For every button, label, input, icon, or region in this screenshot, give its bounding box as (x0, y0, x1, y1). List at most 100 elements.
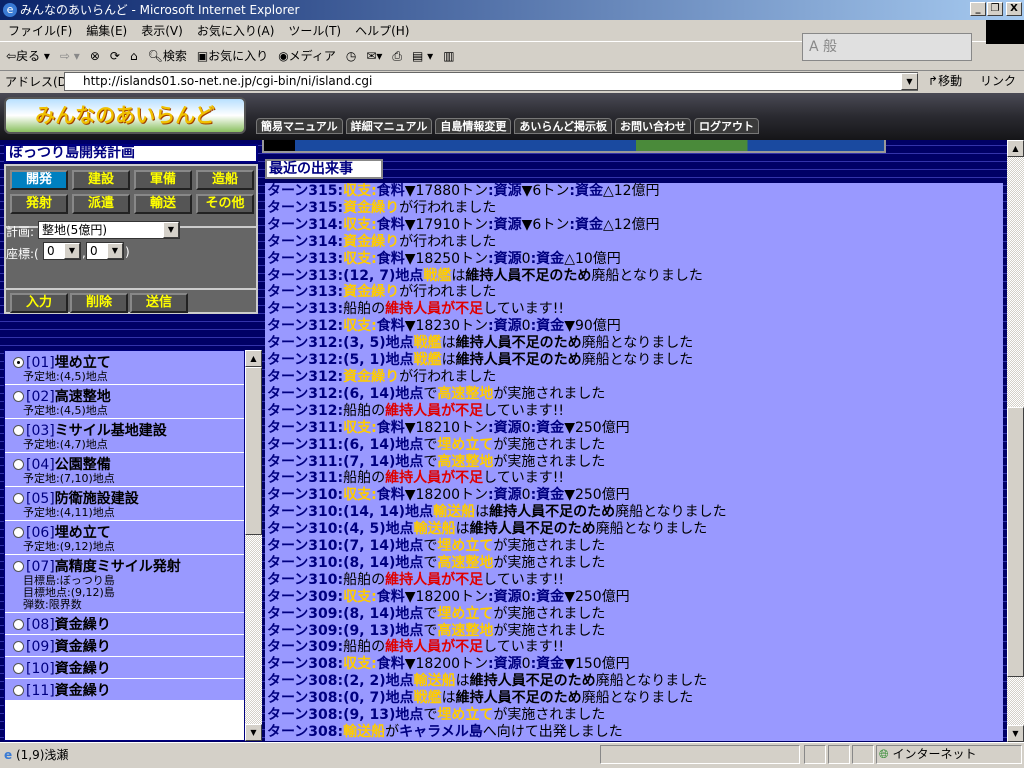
plan-select[interactable]: 整地(5億円) ▼ (38, 221, 180, 239)
event-emphasis: 維持人員不足のため (455, 335, 582, 352)
minimize-button[interactable]: _ (970, 2, 986, 16)
nav-bbs[interactable]: あいらんど掲示板 (514, 118, 613, 134)
event-text: 船舶の (343, 571, 386, 588)
category-button[interactable]: 開発 (10, 170, 68, 190)
edit-icon[interactable]: ▤ ▾ (412, 43, 433, 69)
coord-y-select[interactable]: 0 ▼ (86, 242, 124, 260)
nav-detailed-manual[interactable]: 詳細マニュアル (345, 118, 433, 134)
category-button[interactable]: 軍備 (134, 170, 192, 190)
nav-island-settings[interactable]: 自島情報変更 (435, 118, 512, 134)
event-text: ▼18230トン (404, 318, 489, 335)
plan-item[interactable]: [01]埋め立て 予定地:(4,5)地点 (5, 351, 244, 385)
scroll-down-button[interactable]: ▼ (245, 724, 262, 741)
plan-item-number: [04] (26, 457, 55, 473)
radio-button[interactable] (13, 561, 24, 572)
print-icon[interactable]: ⎙ (392, 43, 402, 69)
radio-button[interactable] (13, 641, 24, 652)
scroll-thumb[interactable] (1007, 407, 1024, 677)
event-keyword: 収支: (343, 588, 377, 605)
scroll-up-button[interactable]: ▲ (1007, 140, 1024, 157)
ime-toolbar[interactable]: A 般 (802, 33, 972, 61)
delete-button[interactable]: 削除 (70, 293, 128, 313)
restore-button[interactable]: ❐ (987, 2, 1003, 16)
media-icon: ◉ (278, 49, 289, 63)
plan-item[interactable]: [10]資金繰り (5, 657, 244, 679)
radio-button[interactable] (13, 527, 24, 538)
nav-simple-manual[interactable]: 簡易マニュアル (256, 118, 343, 134)
forward-button[interactable]: ⇨ ▾ (60, 43, 80, 69)
plan-item[interactable]: [11]資金繰り (5, 679, 244, 701)
submit-button[interactable]: 送信 (130, 293, 188, 313)
event-emphasis: 維持人員不足のため (469, 521, 596, 538)
menu-tools[interactable]: ツール(T) (288, 20, 341, 41)
plan-item[interactable]: [04]公園整備 予定地:(7,10)地点 (5, 453, 244, 487)
event-field: :資金 (530, 487, 565, 504)
radio-button[interactable] (13, 425, 24, 436)
refresh-icon[interactable]: ⟳ (110, 43, 120, 69)
event-text: 船舶の (343, 301, 386, 318)
favorites-button[interactable]: ▣お気に入り (197, 43, 268, 69)
site-logo[interactable]: みんなのあいらんど (4, 97, 246, 134)
category-button[interactable]: 派遣 (72, 194, 130, 214)
plan-item[interactable]: [06]埋め立て 予定地:(9,12)地点 (5, 521, 244, 555)
radio-button[interactable] (13, 357, 24, 368)
back-button[interactable]: ⇦戻る ▾ (6, 43, 50, 69)
input-button[interactable]: 入力 (10, 293, 68, 313)
plan-item[interactable]: [08]資金繰り (5, 613, 244, 635)
island-map[interactable] (262, 140, 886, 153)
scroll-thumb[interactable] (245, 367, 262, 535)
radio-button[interactable] (13, 663, 24, 674)
plan-item[interactable]: [05]防衛施設建設 予定地:(4,11)地点 (5, 487, 244, 521)
event-keyword: 高速整地 (437, 622, 494, 639)
plan-list-scrollbar[interactable]: ▲ ▼ (245, 350, 262, 741)
menu-view[interactable]: 表示(V) (141, 20, 183, 41)
plan-item[interactable]: [03]ミサイル基地建設 予定地:(4,7)地点 (5, 419, 244, 453)
menu-edit[interactable]: 編集(E) (86, 20, 127, 41)
event-text: が行われました (399, 368, 497, 385)
plan-item[interactable]: [02]高速整地 予定地:(4,5)地点 (5, 385, 244, 419)
category-button[interactable]: 造船 (196, 170, 254, 190)
page-scrollbar[interactable]: ▲ ▼ (1007, 140, 1024, 742)
category-button[interactable]: 建設 (72, 170, 130, 190)
radio-button[interactable] (13, 619, 24, 630)
plan-item-detail: 予定地:(7,10)地点 (23, 472, 115, 485)
event-text: ▼18200トン (404, 588, 489, 605)
menu-file[interactable]: ファイル(F) (8, 20, 72, 41)
plan-item-head: [04]公園整備 (13, 457, 244, 473)
close-button[interactable]: X (1006, 2, 1022, 16)
menu-favorites[interactable]: お気に入り(A) (197, 20, 275, 41)
search-button[interactable]: 🔍︎検索 (148, 43, 187, 69)
address-dropdown[interactable]: ▼ (901, 73, 918, 90)
category-button[interactable]: 輸送 (134, 194, 192, 214)
media-label: メディア (288, 49, 336, 63)
turn-label: ターン313: (267, 267, 344, 284)
scroll-up-button[interactable]: ▲ (245, 350, 262, 367)
media-button[interactable]: ◉メディア (278, 43, 336, 69)
radio-button[interactable] (13, 685, 24, 696)
history-icon[interactable]: ◷ (346, 43, 356, 69)
log-line: ターン310:(14, 14)地点輸送船は維持人員不足のため廃船となりました (267, 504, 1003, 521)
menu-help[interactable]: ヘルプ(H) (355, 20, 409, 41)
go-button[interactable]: ↱移動 (928, 73, 962, 90)
radio-button[interactable] (13, 493, 24, 504)
mail-icon[interactable]: ✉▾ (366, 43, 382, 69)
plan-item[interactable]: [09]資金繰り (5, 635, 244, 657)
stop-icon[interactable]: ⊗ (90, 43, 100, 69)
category-button[interactable]: その他 (196, 194, 254, 214)
radio-button[interactable] (13, 391, 24, 402)
plan-item[interactable]: [07]高精度ミサイル発射 目標島:ぼっつり島 目標地点:(9,12)島 弾数:限界数 (5, 555, 244, 613)
radio-button[interactable] (13, 459, 24, 470)
event-text: 0 (521, 656, 531, 673)
home-icon[interactable]: ⌂ (130, 43, 138, 69)
event-keyword: 輸送船 (413, 521, 456, 538)
coord-x-select[interactable]: 0 ▼ (43, 242, 81, 260)
nav-logout[interactable]: ログアウト (694, 118, 760, 134)
plan-item-name: 埋め立て (54, 525, 111, 541)
discuss-icon[interactable]: ▥ (443, 43, 454, 69)
event-text: ▼250億円 (564, 487, 630, 504)
category-button[interactable]: 発射 (10, 194, 68, 214)
address-input[interactable]: http://islands01.so-net.ne.jp/cgi-bin/ni… (64, 72, 918, 91)
event-field: :資源 (488, 183, 522, 199)
nav-contact[interactable]: お問い合わせ (615, 118, 692, 134)
scroll-down-button[interactable]: ▼ (1007, 725, 1024, 742)
